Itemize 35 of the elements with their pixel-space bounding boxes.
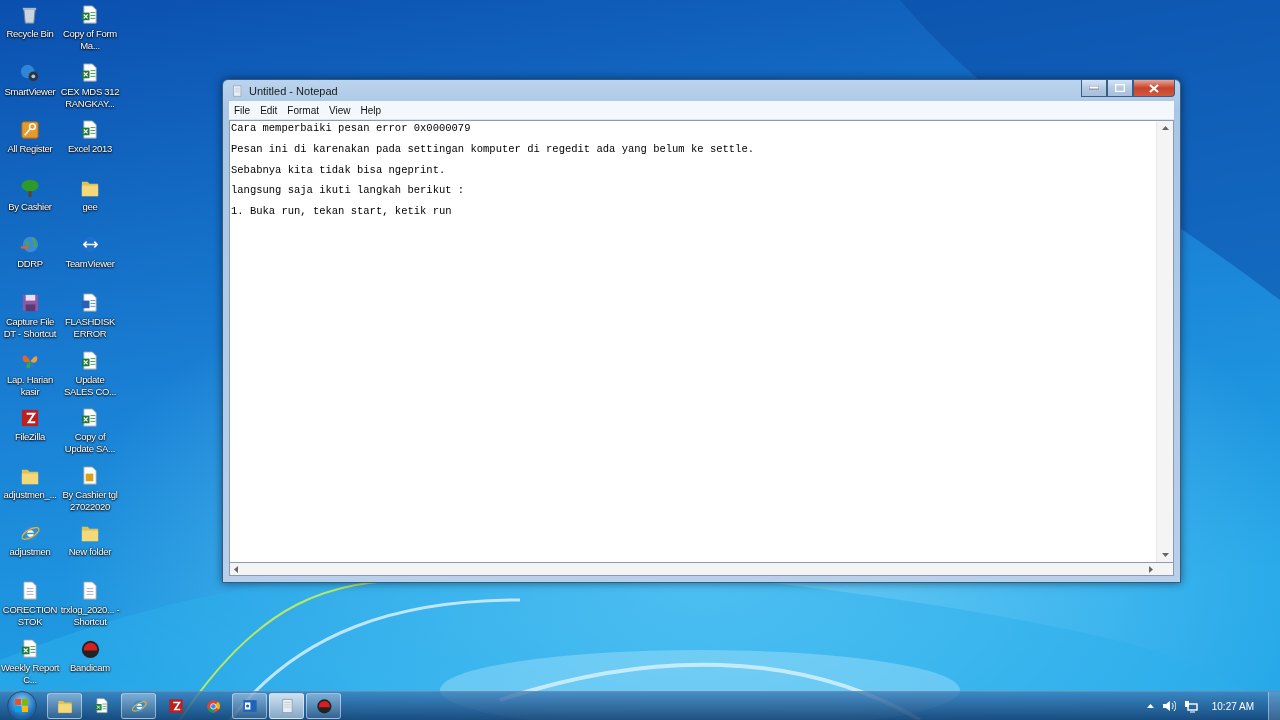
icon-label[interactable]: gee bbox=[82, 200, 98, 213]
menu-item[interactable]: File bbox=[229, 104, 256, 116]
menu-item[interactable]: Edit bbox=[255, 104, 283, 116]
icon-label[interactable]: Recycle Bin bbox=[6, 28, 54, 40]
icon-label[interactable]: SmartViewer bbox=[4, 85, 56, 98]
icon-label[interactable]: trxlog_2020... - Shortcut bbox=[60, 603, 120, 628]
icon-label[interactable]: Copy of Update SA... bbox=[60, 431, 120, 456]
icon-label[interactable]: By Cashier bbox=[8, 200, 52, 213]
window-title: Untitled - Notepad bbox=[249, 84, 339, 97]
text-line: Pesan ini di karenakan pada settingan komputer di regedit ada yang belum ke settle. bbox=[231, 141, 755, 157]
icon-label[interactable]: Capture File DT - Shortcut bbox=[0, 315, 60, 340]
text-line: Sebabnya kita tidak bisa ngeprint. bbox=[231, 162, 447, 178]
menu-item[interactable]: Format bbox=[282, 104, 325, 116]
icon-label[interactable]: Weekly Report C... bbox=[0, 661, 60, 686]
icon-label[interactable]: All Register bbox=[7, 143, 53, 156]
icon-label[interactable]: By Cashier tgl 27022020 bbox=[60, 488, 120, 513]
menu-item[interactable]: Help bbox=[355, 104, 387, 116]
icon-label[interactable]: Update SALES CO... bbox=[60, 373, 120, 398]
icon-label[interactable]: Lap. Harian kasir bbox=[0, 373, 60, 398]
icon-label[interactable]: FLASHDISK ERROR bbox=[60, 315, 120, 340]
menu-item[interactable]: View bbox=[324, 104, 356, 116]
icon-label[interactable]: adjustmen_... bbox=[3, 488, 57, 501]
icon-label[interactable]: Excel 2013 bbox=[68, 143, 112, 156]
clock[interactable]: 10:27 AM bbox=[1211, 700, 1254, 712]
icon-label[interactable]: CORECTION STOK bbox=[0, 603, 60, 628]
icon-label[interactable]: Copy of Form Ma... bbox=[60, 28, 120, 52]
icon-label[interactable]: CEX MDS 312 RANGKAY... bbox=[60, 85, 120, 110]
icon-label[interactable]: FileZilla bbox=[15, 431, 45, 444]
text-line: Cara memperbaiki pesan error 0x0000079 bbox=[231, 121, 472, 136]
icon-label[interactable]: TeamViewer bbox=[65, 258, 115, 271]
icon-label[interactable]: adjustmen bbox=[9, 546, 51, 559]
icon-label[interactable]: DDRP bbox=[17, 258, 43, 271]
icon-label[interactable]: New folder bbox=[68, 546, 112, 559]
text-line: langsung saja ikuti langkah berikut : bbox=[231, 183, 466, 199]
text-line: 1. Buka run, tekan start, ketik run bbox=[231, 204, 453, 219]
